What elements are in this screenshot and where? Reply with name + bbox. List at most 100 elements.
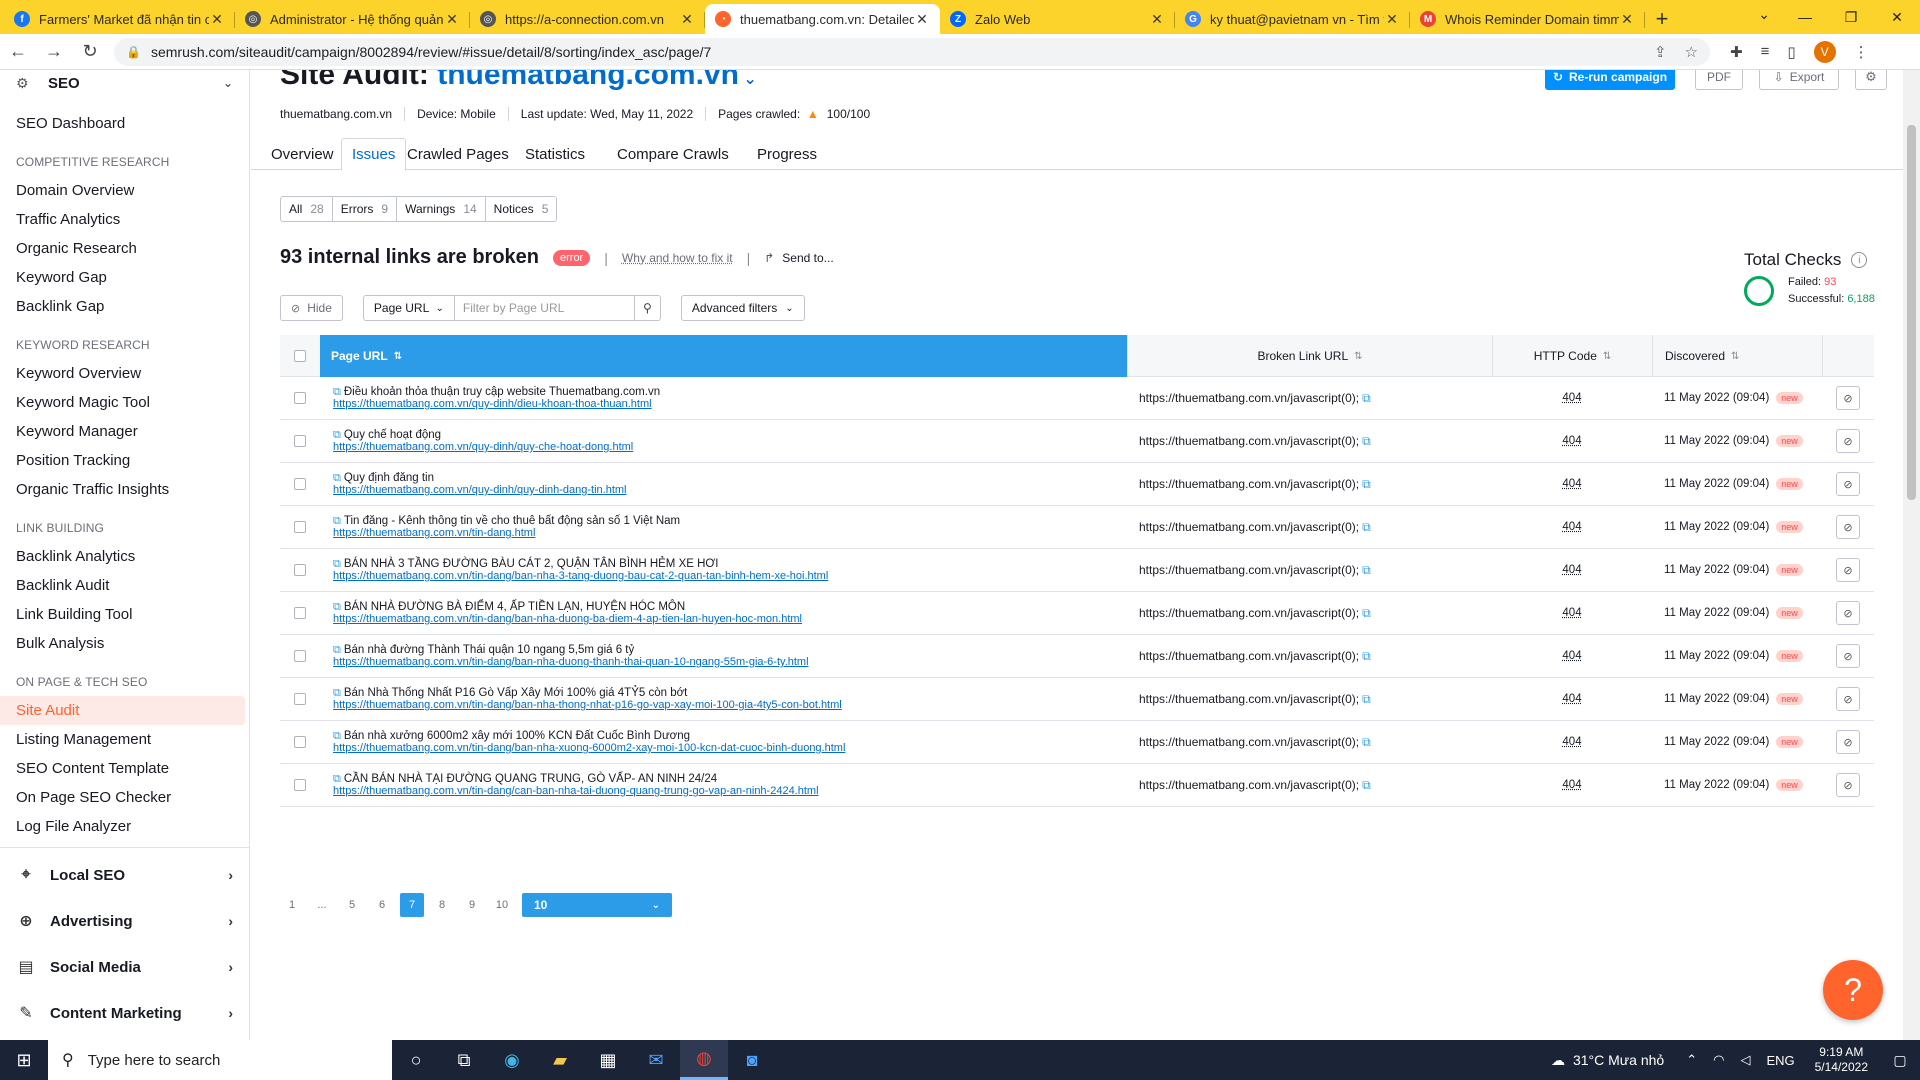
hide-row-button[interactable]: ⊘ <box>1836 515 1860 539</box>
close-window-button[interactable]: ✕ <box>1874 0 1920 34</box>
sidebar-item-listing-management[interactable]: Listing Management <box>0 725 249 754</box>
restore-button[interactable]: ❐ <box>1828 0 1874 34</box>
search-button[interactable]: ⚲ <box>634 295 661 321</box>
sidebar-item-log-file-analyzer[interactable]: Log File Analyzer <box>0 812 249 841</box>
new-tab-button[interactable]: + <box>1645 4 1679 34</box>
page-button[interactable]: 7 <box>400 893 424 917</box>
external-link-icon[interactable]: ⧉ <box>333 687 341 699</box>
hide-row-button[interactable]: ⊘ <box>1836 472 1860 496</box>
sidebar-item-seo-dashboard[interactable]: SEO Dashboard <box>0 109 249 138</box>
side-panel-icon[interactable]: ▯ <box>1787 43 1795 61</box>
filter-all[interactable]: All 28 <box>281 197 332 221</box>
forward-button[interactable]: → <box>36 34 72 70</box>
col-discovered[interactable]: Discovered ⇅ <box>1652 335 1822 377</box>
http-code[interactable]: 404 <box>1562 521 1581 533</box>
browser-tab[interactable]: ◎ https://a-connection.com.vn ✕ <box>470 4 705 34</box>
hide-row-button[interactable]: ⊘ <box>1836 687 1860 711</box>
language-indicator[interactable]: ENG <box>1766 1053 1794 1068</box>
close-tab-icon[interactable]: ✕ <box>1619 11 1635 28</box>
select-all-checkbox[interactable] <box>294 350 306 362</box>
close-tab-icon[interactable]: ✕ <box>444 11 460 28</box>
minimize-button[interactable]: — <box>1782 0 1828 34</box>
sidebar-item-organic-traffic-insights[interactable]: Organic Traffic Insights <box>0 475 249 504</box>
tab-compare-crawls[interactable]: Compare Crawls <box>607 138 739 170</box>
sidebar-group-advertising[interactable]: ⊕ Advertising › <box>0 898 249 944</box>
browser-tab[interactable]: ◔ thuematbang.com.vn: Detailed I ✕ <box>705 4 940 34</box>
help-question-button[interactable]: ? <box>1823 960 1883 1020</box>
rerun-campaign-button[interactable]: ↻ Re-run campaign <box>1545 70 1675 90</box>
sidebar-item-domain-overview[interactable]: Domain Overview <box>0 176 249 205</box>
row-checkbox[interactable] <box>294 693 306 705</box>
sidebar-item-backlink-gap[interactable]: Backlink Gap <box>0 292 249 321</box>
page-url-link[interactable]: https://thuematbang.com.vn/quy-dinh/dieu… <box>333 398 652 410</box>
bookmark-star-icon[interactable]: ☆ <box>1685 43 1698 61</box>
sidebar-item-seo-content-template[interactable]: SEO Content Template <box>0 754 249 783</box>
http-code[interactable]: 404 <box>1562 564 1581 576</box>
pdf-button[interactable]: PDF <box>1695 70 1743 90</box>
send-to-button[interactable]: ↱ Send to... <box>764 251 833 265</box>
task-view-icon[interactable]: ⧉ <box>440 1040 488 1080</box>
close-tab-icon[interactable]: ✕ <box>1149 11 1165 28</box>
external-link-icon[interactable]: ⧉ <box>1362 606 1371 621</box>
http-code[interactable]: 404 <box>1562 736 1581 748</box>
sidebar-group-social-media[interactable]: ▤ Social Media › <box>0 944 249 990</box>
row-checkbox[interactable] <box>294 435 306 447</box>
reload-button[interactable]: ↻ <box>72 34 108 70</box>
file-explorer-icon[interactable]: ▰ <box>536 1040 584 1080</box>
close-tab-icon[interactable]: ✕ <box>914 11 930 28</box>
sidebar-item-on-page-seo-checker[interactable]: On Page SEO Checker <box>0 783 249 812</box>
external-link-icon[interactable]: ⧉ <box>333 429 341 441</box>
profile-avatar[interactable]: V <box>1813 40 1836 63</box>
weather-widget[interactable]: ☁ 31°C Mưa nhỏ <box>1551 1052 1664 1069</box>
http-code[interactable]: 404 <box>1562 607 1581 619</box>
close-tab-icon[interactable]: ✕ <box>209 11 225 28</box>
row-checkbox[interactable] <box>294 779 306 791</box>
sidebar-item-keyword-overview[interactable]: Keyword Overview <box>0 359 249 388</box>
row-checkbox[interactable] <box>294 650 306 662</box>
filter-notices[interactable]: Notices 5 <box>484 197 557 221</box>
page-url-link[interactable]: https://thuematbang.com.vn/tin-dang/ban-… <box>333 656 809 668</box>
tab-progress[interactable]: Progress <box>747 138 827 170</box>
extensions-puzzle-icon[interactable]: ✚ <box>1730 43 1743 61</box>
row-checkbox[interactable] <box>294 521 306 533</box>
page-title-domain-dropdown[interactable]: thuematbang.com.vn <box>437 70 739 91</box>
http-code[interactable]: 404 <box>1562 693 1581 705</box>
chevron-down-icon[interactable]: ⌄ <box>739 71 756 88</box>
advanced-filters-dropdown[interactable]: Advanced filters ⌄ <box>680 295 805 321</box>
sidebar-item-organic-research[interactable]: Organic Research <box>0 234 249 263</box>
browser-tab[interactable]: Gky thuat@pavietnam vn - Tìm tr ✕ <box>1175 4 1410 34</box>
sidebar-item-site-audit[interactable]: Site Audit <box>0 696 245 725</box>
hide-button[interactable]: ⊘ Hide <box>280 295 343 321</box>
info-icon[interactable]: i <box>1851 252 1868 268</box>
http-code[interactable]: 404 <box>1562 650 1581 662</box>
page-button[interactable]: 1 <box>280 893 304 917</box>
page-button[interactable]: 5 <box>340 893 364 917</box>
page-url-link[interactable]: https://thuematbang.com.vn/tin-dang/ban-… <box>333 742 845 754</box>
http-code[interactable]: 404 <box>1562 478 1581 490</box>
page-button[interactable]: 6 <box>370 893 394 917</box>
page-url-link[interactable]: https://thuematbang.com.vn/tin-dang/ban-… <box>333 699 842 711</box>
external-link-icon[interactable]: ⧉ <box>1362 692 1371 707</box>
page-button[interactable]: 9 <box>460 893 484 917</box>
col-page-url[interactable]: Page URL ⇅ <box>320 335 1127 377</box>
row-checkbox[interactable] <box>294 564 306 576</box>
sidebar-item-keyword-magic-tool[interactable]: Keyword Magic Tool <box>0 388 249 417</box>
external-link-icon[interactable]: ⧉ <box>333 730 341 742</box>
external-link-icon[interactable]: ⧉ <box>333 601 341 613</box>
browser-tab[interactable]: ◎ Administrator - Hệ thống quản tr ✕ <box>235 4 470 34</box>
sidebar-item-traffic-analytics[interactable]: Traffic Analytics <box>0 205 249 234</box>
taskbar-search[interactable]: ⚲ Type here to search <box>48 1040 392 1080</box>
media-queue-icon[interactable]: ≡ <box>1761 43 1770 60</box>
notification-icon[interactable]: ▢ <box>1880 1040 1920 1080</box>
settings-gear-button[interactable]: ⚙ <box>1855 70 1887 90</box>
tab-crawled-pages[interactable]: Crawled Pages <box>397 138 519 170</box>
col-broken-link[interactable]: Broken Link URL ⇅ <box>1127 335 1492 377</box>
chrome-icon[interactable]: ◍ <box>680 1040 728 1080</box>
page-url-link[interactable]: https://thuematbang.com.vn/tin-dang/ban-… <box>333 613 802 625</box>
cortana-icon[interactable]: ○ <box>392 1040 440 1080</box>
http-code[interactable]: 404 <box>1562 779 1581 791</box>
http-code[interactable]: 404 <box>1562 435 1581 447</box>
filter-errors[interactable]: Errors 9 <box>331 197 396 221</box>
page-url-link[interactable]: https://thuematbang.com.vn/tin-dang/can-… <box>333 785 819 797</box>
row-checkbox[interactable] <box>294 478 306 490</box>
